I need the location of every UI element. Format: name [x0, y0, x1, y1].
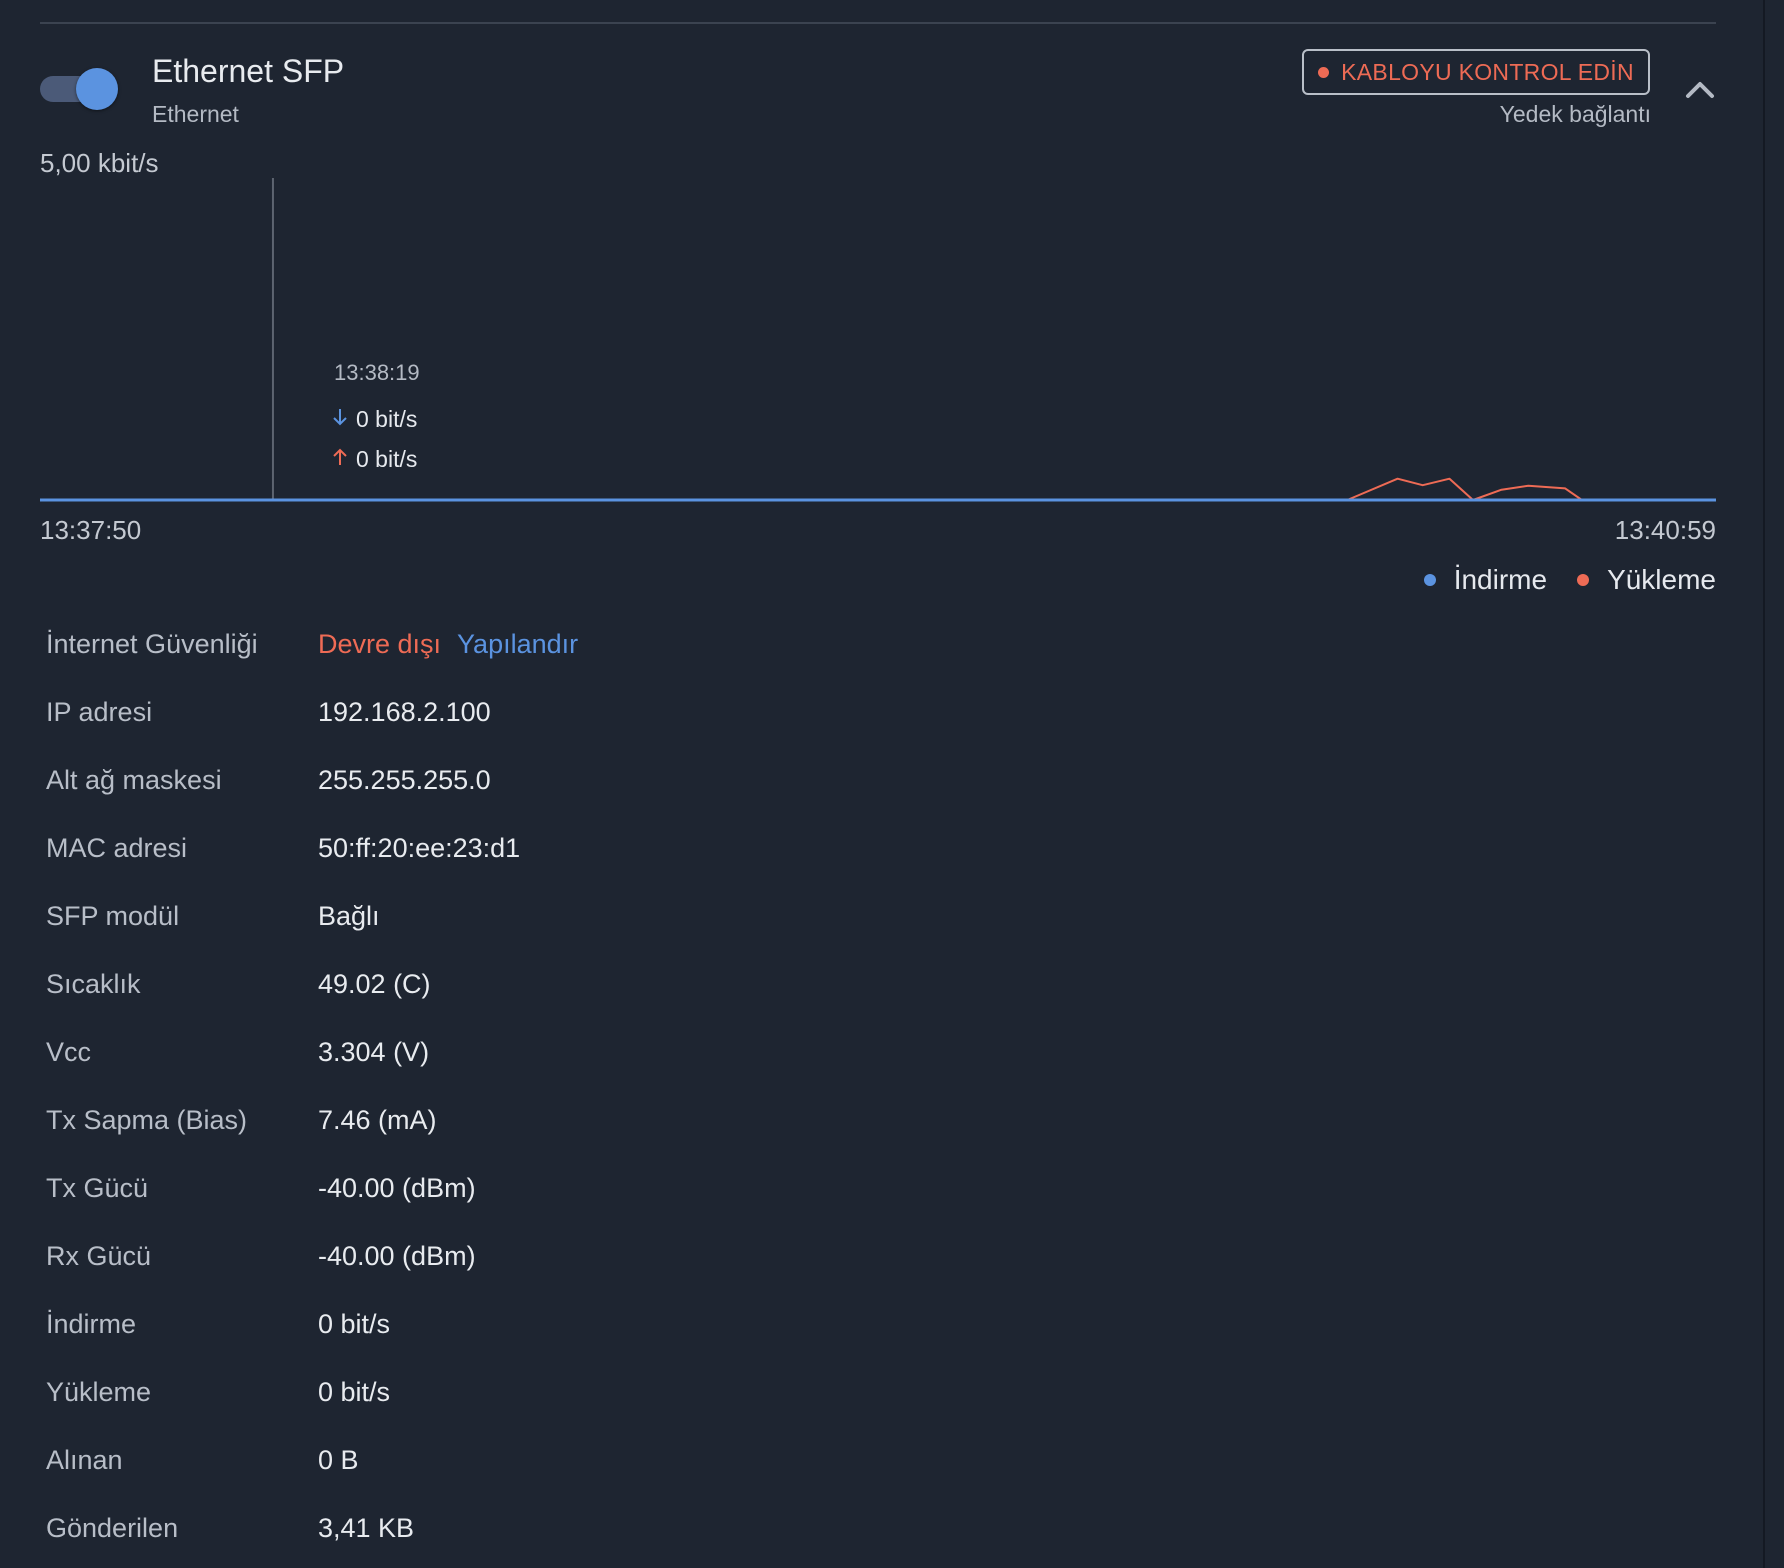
detail-value: 3,41 KB — [318, 1513, 415, 1543]
legend-item-download[interactable]: İndirme — [1423, 564, 1548, 596]
detail-row-subnet: Alt ağ maskesi 255.255.255.0 — [46, 765, 1646, 805]
detail-label: Tx Gücü — [46, 1173, 149, 1203]
tooltip-time: 13:38:19 — [334, 360, 420, 385]
detail-value: 49.02 (C) — [318, 969, 431, 999]
detail-label: SFP modül — [46, 901, 180, 931]
detail-row-mac: MAC adresi 50:ff:20:ee:23:d1 — [46, 833, 1646, 873]
detail-label: Alınan — [46, 1445, 123, 1475]
detail-row-sent: Gönderilen 3,41 KB — [46, 1513, 1646, 1553]
arrow-up-icon — [332, 446, 348, 473]
detail-row-ip: IP adresi 192.168.2.100 — [46, 697, 1646, 737]
detail-row-tx-power: Tx Gücü -40.00 (dBm) — [46, 1173, 1646, 1213]
detail-row-vcc: Vcc 3.304 (V) — [46, 1037, 1646, 1077]
detail-value: 0 bit/s — [318, 1377, 391, 1407]
tooltip-upload-value: 0 bit/s — [356, 446, 418, 472]
chart-x-start-label: 13:37:50 — [40, 515, 142, 545]
tooltip-download-value: 0 bit/s — [356, 406, 418, 432]
detail-row-rx-power: Rx Gücü -40.00 (dBm) — [46, 1241, 1646, 1281]
detail-label: Yükleme — [46, 1377, 152, 1407]
detail-label: Rx Gücü — [46, 1241, 152, 1271]
detail-value: Devre dışı Yapılandır — [318, 629, 578, 660]
chart-legend: İndirme Yükleme — [1423, 564, 1716, 596]
detail-value: -40.00 (dBm) — [318, 1173, 476, 1203]
detail-label: Sıcaklık — [46, 969, 141, 999]
configure-security-link[interactable]: Yapılandır — [457, 629, 578, 659]
detail-row-sfp-module: SFP modül Bağlı — [46, 901, 1646, 941]
detail-label: Vcc — [46, 1037, 92, 1067]
detail-value: Bağlı — [318, 901, 380, 931]
detail-value: 0 bit/s — [318, 1309, 391, 1339]
ethernet-sfp-panel: Ethernet SFP Ethernet KABLOYU KONTROL ED… — [0, 0, 1784, 1568]
detail-row-temperature: Sıcaklık 49.02 (C) — [46, 969, 1646, 1009]
detail-row-upload: Yükleme 0 bit/s — [46, 1377, 1646, 1417]
detail-value: -40.00 (dBm) — [318, 1241, 476, 1271]
legend-dot-download — [1423, 574, 1436, 586]
detail-label: Gönderilen — [46, 1513, 179, 1543]
detail-row-tx-bias: Tx Sapma (Bias) 7.46 (mA) — [46, 1105, 1646, 1145]
tooltip-upload-row: 0 bit/s — [332, 446, 417, 473]
traffic-chart[interactable] — [0, 0, 1784, 560]
detail-row-received: Alınan 0 B — [46, 1445, 1646, 1485]
detail-label: İndirme — [46, 1309, 137, 1339]
detail-value: 0 B — [318, 1445, 359, 1475]
detail-label: IP adresi — [46, 697, 153, 727]
legend-item-upload[interactable]: Yükleme — [1577, 564, 1716, 596]
detail-value: 192.168.2.100 — [318, 697, 491, 727]
detail-value: 255.255.255.0 — [318, 765, 491, 795]
chart-tooltip: 13:38:19 0 bit/s 0 bit/s — [318, 344, 448, 494]
legend-label-download: İndirme — [1453, 564, 1548, 595]
legend-dot-upload — [1577, 574, 1590, 586]
detail-label: Tx Sapma (Bias) — [46, 1105, 248, 1135]
arrow-down-icon — [332, 406, 348, 433]
detail-label: MAC adresi — [46, 833, 188, 863]
chart-x-end-label: 13:40:59 — [1614, 515, 1716, 545]
detail-row-download: İndirme 0 bit/s — [46, 1309, 1646, 1349]
tooltip-download-row: 0 bit/s — [332, 406, 417, 433]
detail-value: 50:ff:20:ee:23:d1 — [318, 833, 521, 863]
security-status: Devre dışı — [318, 629, 442, 659]
detail-label: Alt ağ maskesi — [46, 765, 222, 795]
detail-value: 7.46 (mA) — [318, 1105, 437, 1135]
legend-label-upload: Yükleme — [1607, 564, 1716, 595]
detail-row-security: İnternet Güvenliği Devre dışı Yapılandır — [46, 629, 1646, 669]
detail-value: 3.304 (V) — [318, 1037, 430, 1067]
detail-label: İnternet Güvenliği — [46, 629, 258, 659]
